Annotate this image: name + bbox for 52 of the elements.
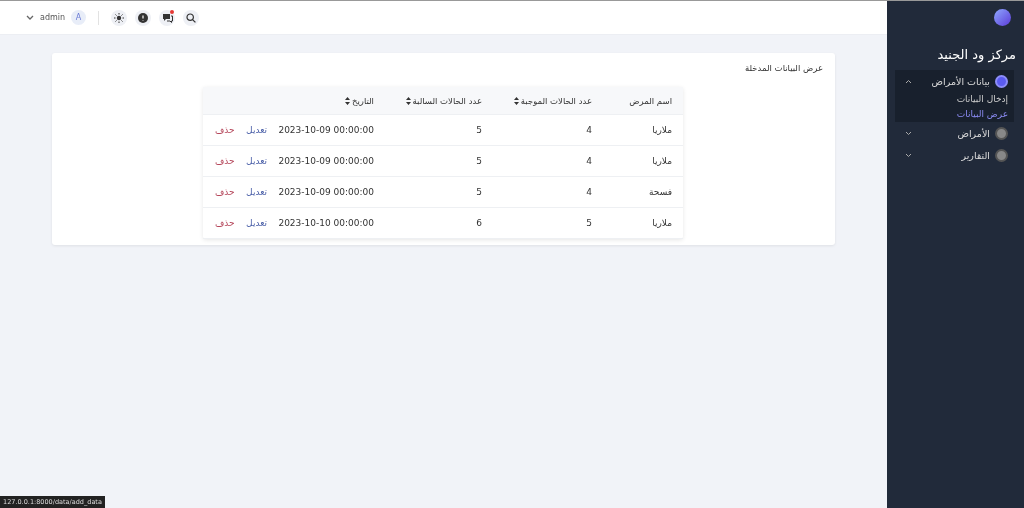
edit-link[interactable]: تعديل xyxy=(246,218,267,228)
card-title: عرض البيانات المدخلة xyxy=(743,63,824,75)
avatar[interactable]: A xyxy=(71,10,87,25)
table-cell-text: 5 xyxy=(585,218,593,228)
sidebar-item[interactable]: التقارير xyxy=(887,144,1024,166)
table-cell-text: 4 xyxy=(585,156,593,166)
table-cell-text: 6 xyxy=(475,218,483,228)
column-header[interactable]: التاريخ xyxy=(277,95,385,106)
table-cell-text: 5 xyxy=(475,187,483,197)
sidebar-title: مركز ود الجنيد xyxy=(936,47,1016,62)
sun-icon[interactable] xyxy=(111,9,128,26)
table-cell-text: 4 xyxy=(585,125,593,135)
chevron-icon xyxy=(905,130,912,136)
circle-icon xyxy=(995,126,1008,140)
circle-icon xyxy=(995,74,1008,88)
sort-icon[interactable] xyxy=(405,96,411,105)
sort-icon[interactable] xyxy=(513,96,519,105)
table-cell-text: 2023-10-09 00:00:00 xyxy=(277,156,375,166)
column-header: اسم المرض xyxy=(628,95,673,106)
table-cell-text: 5 xyxy=(475,156,483,166)
delete-link[interactable]: حذف xyxy=(215,125,235,135)
chevron-icon xyxy=(905,78,912,84)
sidebar-subitem[interactable]: عرض البيانات xyxy=(895,107,1014,122)
logo-icon xyxy=(994,9,1011,26)
edit-link[interactable]: تعديل xyxy=(246,125,267,135)
edit-link[interactable]: تعديل xyxy=(246,187,267,197)
table-cell-text: 4 xyxy=(585,187,593,197)
sidebar-item[interactable]: الأمراض xyxy=(887,122,1024,144)
chat-icon[interactable] xyxy=(159,9,176,26)
sidebar-subitem[interactable]: إدخال البيانات xyxy=(895,92,1014,107)
table-cell-text: فسحة xyxy=(648,187,673,197)
delete-link[interactable]: حذف xyxy=(215,156,235,166)
user-name[interactable]: admin xyxy=(40,13,66,22)
table-cell-text: ملاريا xyxy=(651,156,673,166)
table-cell-text: ملاريا xyxy=(651,218,673,228)
edit-link[interactable]: تعديل xyxy=(246,156,267,166)
table-cell-text: 2023-10-09 00:00:00 xyxy=(277,125,375,135)
column-header[interactable]: عدد الحالات السالبة xyxy=(385,95,493,106)
caret-down-icon[interactable] xyxy=(26,14,34,21)
chevron-icon xyxy=(905,152,912,158)
info-icon[interactable] xyxy=(135,9,152,26)
table-cell-text: 2023-10-10 00:00:00 xyxy=(277,218,375,228)
table-cell-text: ملاريا xyxy=(651,125,673,135)
delete-link[interactable]: حذف xyxy=(215,218,235,228)
circle-icon xyxy=(995,148,1008,162)
table-cell-text: 2023-10-09 00:00:00 xyxy=(277,187,375,197)
sidebar-item[interactable]: بيانات الأمراض xyxy=(895,70,1014,92)
column-header[interactable]: عدد الحالات الموجبة xyxy=(493,95,603,106)
sort-icon[interactable] xyxy=(344,96,350,105)
delete-link[interactable]: حذف xyxy=(215,187,235,197)
table-cell-text: 5 xyxy=(475,125,483,135)
search-icon[interactable] xyxy=(183,9,200,26)
